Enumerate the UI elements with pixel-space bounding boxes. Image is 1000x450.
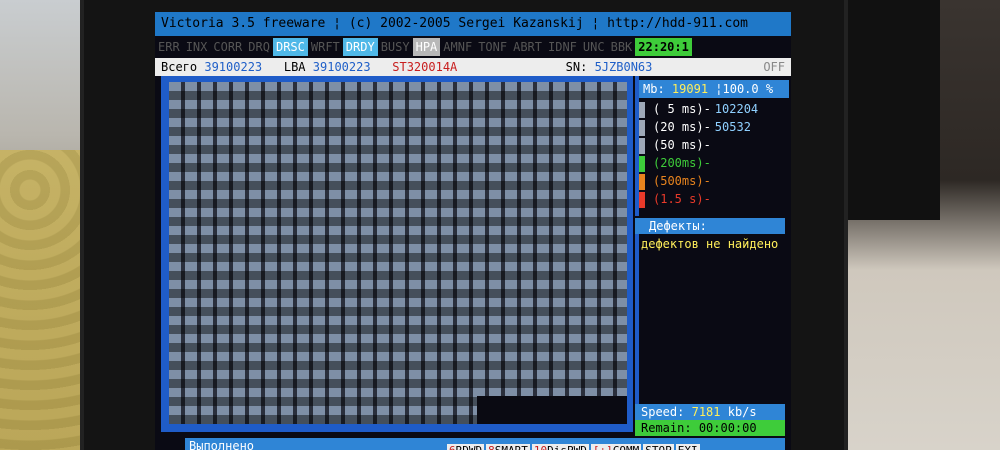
off-indicator: OFF [763, 60, 785, 74]
flag-abrt: ABRT [513, 40, 542, 54]
timing-row: (1.5 s)- [639, 190, 789, 208]
fkey-number: 8 [488, 444, 495, 450]
timing-label: (500ms)- [653, 174, 711, 188]
defects-header: Дефекты: [635, 218, 785, 234]
flag-amnf: AMNF [443, 40, 473, 54]
fkey-stop[interactable]: STOP [643, 444, 674, 450]
ata-status-flags: ERR INX CORR DRQ DRSC WRFT DRDY BUSY HPA AMNF TONF… [155, 38, 791, 56]
fkey-comm[interactable]: [+]COMM [590, 444, 642, 450]
function-keys-bar: 6RDWD8SMART10DisPWD[+]COMMSTOPEXI [445, 442, 700, 450]
fkey-number: 10 [534, 444, 547, 450]
timing-count: 102204 [714, 102, 759, 116]
timing-color-bar [639, 101, 645, 118]
flag-drdy: DRDY [342, 38, 378, 56]
fkey-label: STOP [645, 444, 672, 450]
flag-corr: CORR [213, 40, 243, 54]
timing-color-bar [639, 137, 645, 154]
timing-row: (500ms)- [639, 172, 789, 190]
fkey-number: 6 [449, 444, 456, 450]
timing-row: (200ms)- [639, 154, 789, 172]
fkey-label: RDWD [456, 444, 483, 450]
remain-readout: Remain: 00:00:00 [635, 420, 785, 436]
scan-map-shading [169, 82, 627, 424]
total-value: 39100223 [204, 60, 263, 74]
flag-tonf: TONF [478, 40, 508, 54]
timing-label: (1.5 s)- [653, 192, 711, 206]
fkey-label: COMM [613, 444, 640, 450]
mb-value: 19091 [671, 82, 709, 96]
timing-color-bar [639, 173, 645, 190]
lba-label: LBA [283, 60, 306, 74]
mb-label: Mb: [643, 82, 665, 96]
timing-count: 50532 [714, 120, 751, 134]
speed-readout: Speed: 7181 kb/s [635, 404, 785, 420]
timing-color-bar [639, 155, 645, 172]
drive-info-bar: Всего 39100223 LBA 39100223 ST320014A SN… [155, 58, 791, 76]
percent-value: ¦100.0 % [715, 82, 774, 96]
flag-busy: BUSY [380, 40, 410, 54]
timing-label: (200ms)- [653, 156, 711, 170]
fkey-smart[interactable]: 8SMART [486, 444, 530, 450]
drive-model: ST320014A [392, 60, 458, 74]
serial-value: 5JZB0N63 [594, 60, 653, 74]
timing-color-bar [639, 119, 645, 136]
timing-label: (20 ms)- [653, 120, 711, 134]
fkey-number: [+] [593, 444, 613, 450]
speed-value: 7181 [691, 405, 721, 419]
timing-label: (50 ms)- [653, 138, 711, 152]
flag-wrft: WRFT [310, 40, 340, 54]
mb-progress: Mb: 19091 ¦100.0 % [639, 80, 789, 98]
fkey-rdwd[interactable]: 6RDWD [447, 444, 485, 450]
lba-value: 39100223 [312, 60, 371, 74]
speed-unit: kb/s [727, 405, 757, 419]
remain-value: 00:00:00 [698, 421, 757, 435]
remain-label: Remain: [641, 421, 692, 435]
defects-message: дефектов не найдено [641, 237, 779, 251]
surface-scan-map [169, 82, 627, 424]
timing-row: ( 5 ms)- 102204 [639, 100, 789, 118]
scan-map-unfilled [477, 396, 627, 424]
defects-list: дефектов не найдено [635, 234, 785, 406]
flag-drq: DRQ [248, 40, 270, 54]
timing-row: (50 ms)- [639, 136, 789, 154]
total-label: Всего [161, 60, 198, 74]
clock: 22:20:1 [635, 38, 692, 56]
status-text: Выполнено [189, 439, 255, 450]
fkey-label: EXI [678, 444, 698, 450]
flag-idnf: IDNF [548, 40, 577, 54]
title-bar: Victoria 3.5 freeware ¦ (c) 2002-2005 Se… [155, 12, 791, 36]
serial-label: SN: [565, 60, 588, 74]
timing-label: ( 5 ms)- [653, 102, 711, 116]
flag-inx: INX [185, 40, 208, 54]
fkey-label: DisPWD [547, 444, 587, 450]
flag-hpa: HPA [412, 38, 441, 56]
fkey-exi[interactable]: EXI [675, 444, 700, 450]
speed-label: Speed: [641, 405, 685, 419]
flag-err: ERR [158, 40, 180, 54]
flag-unc: UNC [582, 40, 605, 54]
fkey-dispwd[interactable]: 10DisPWD [531, 444, 589, 450]
victoria-screen: Victoria 3.5 freeware ¦ (c) 2002-2005 Se… [155, 12, 791, 450]
fkey-label: SMART [495, 444, 528, 450]
timing-row: (20 ms)- 50532 [639, 118, 789, 136]
flag-bbk: BBK [610, 40, 633, 54]
timing-color-bar [639, 191, 645, 208]
flag-drsc: DRSC [272, 38, 308, 56]
timing-stats-panel: Mb: 19091 ¦100.0 % ( 5 ms)- 102204 (20 ms)… [635, 76, 789, 216]
